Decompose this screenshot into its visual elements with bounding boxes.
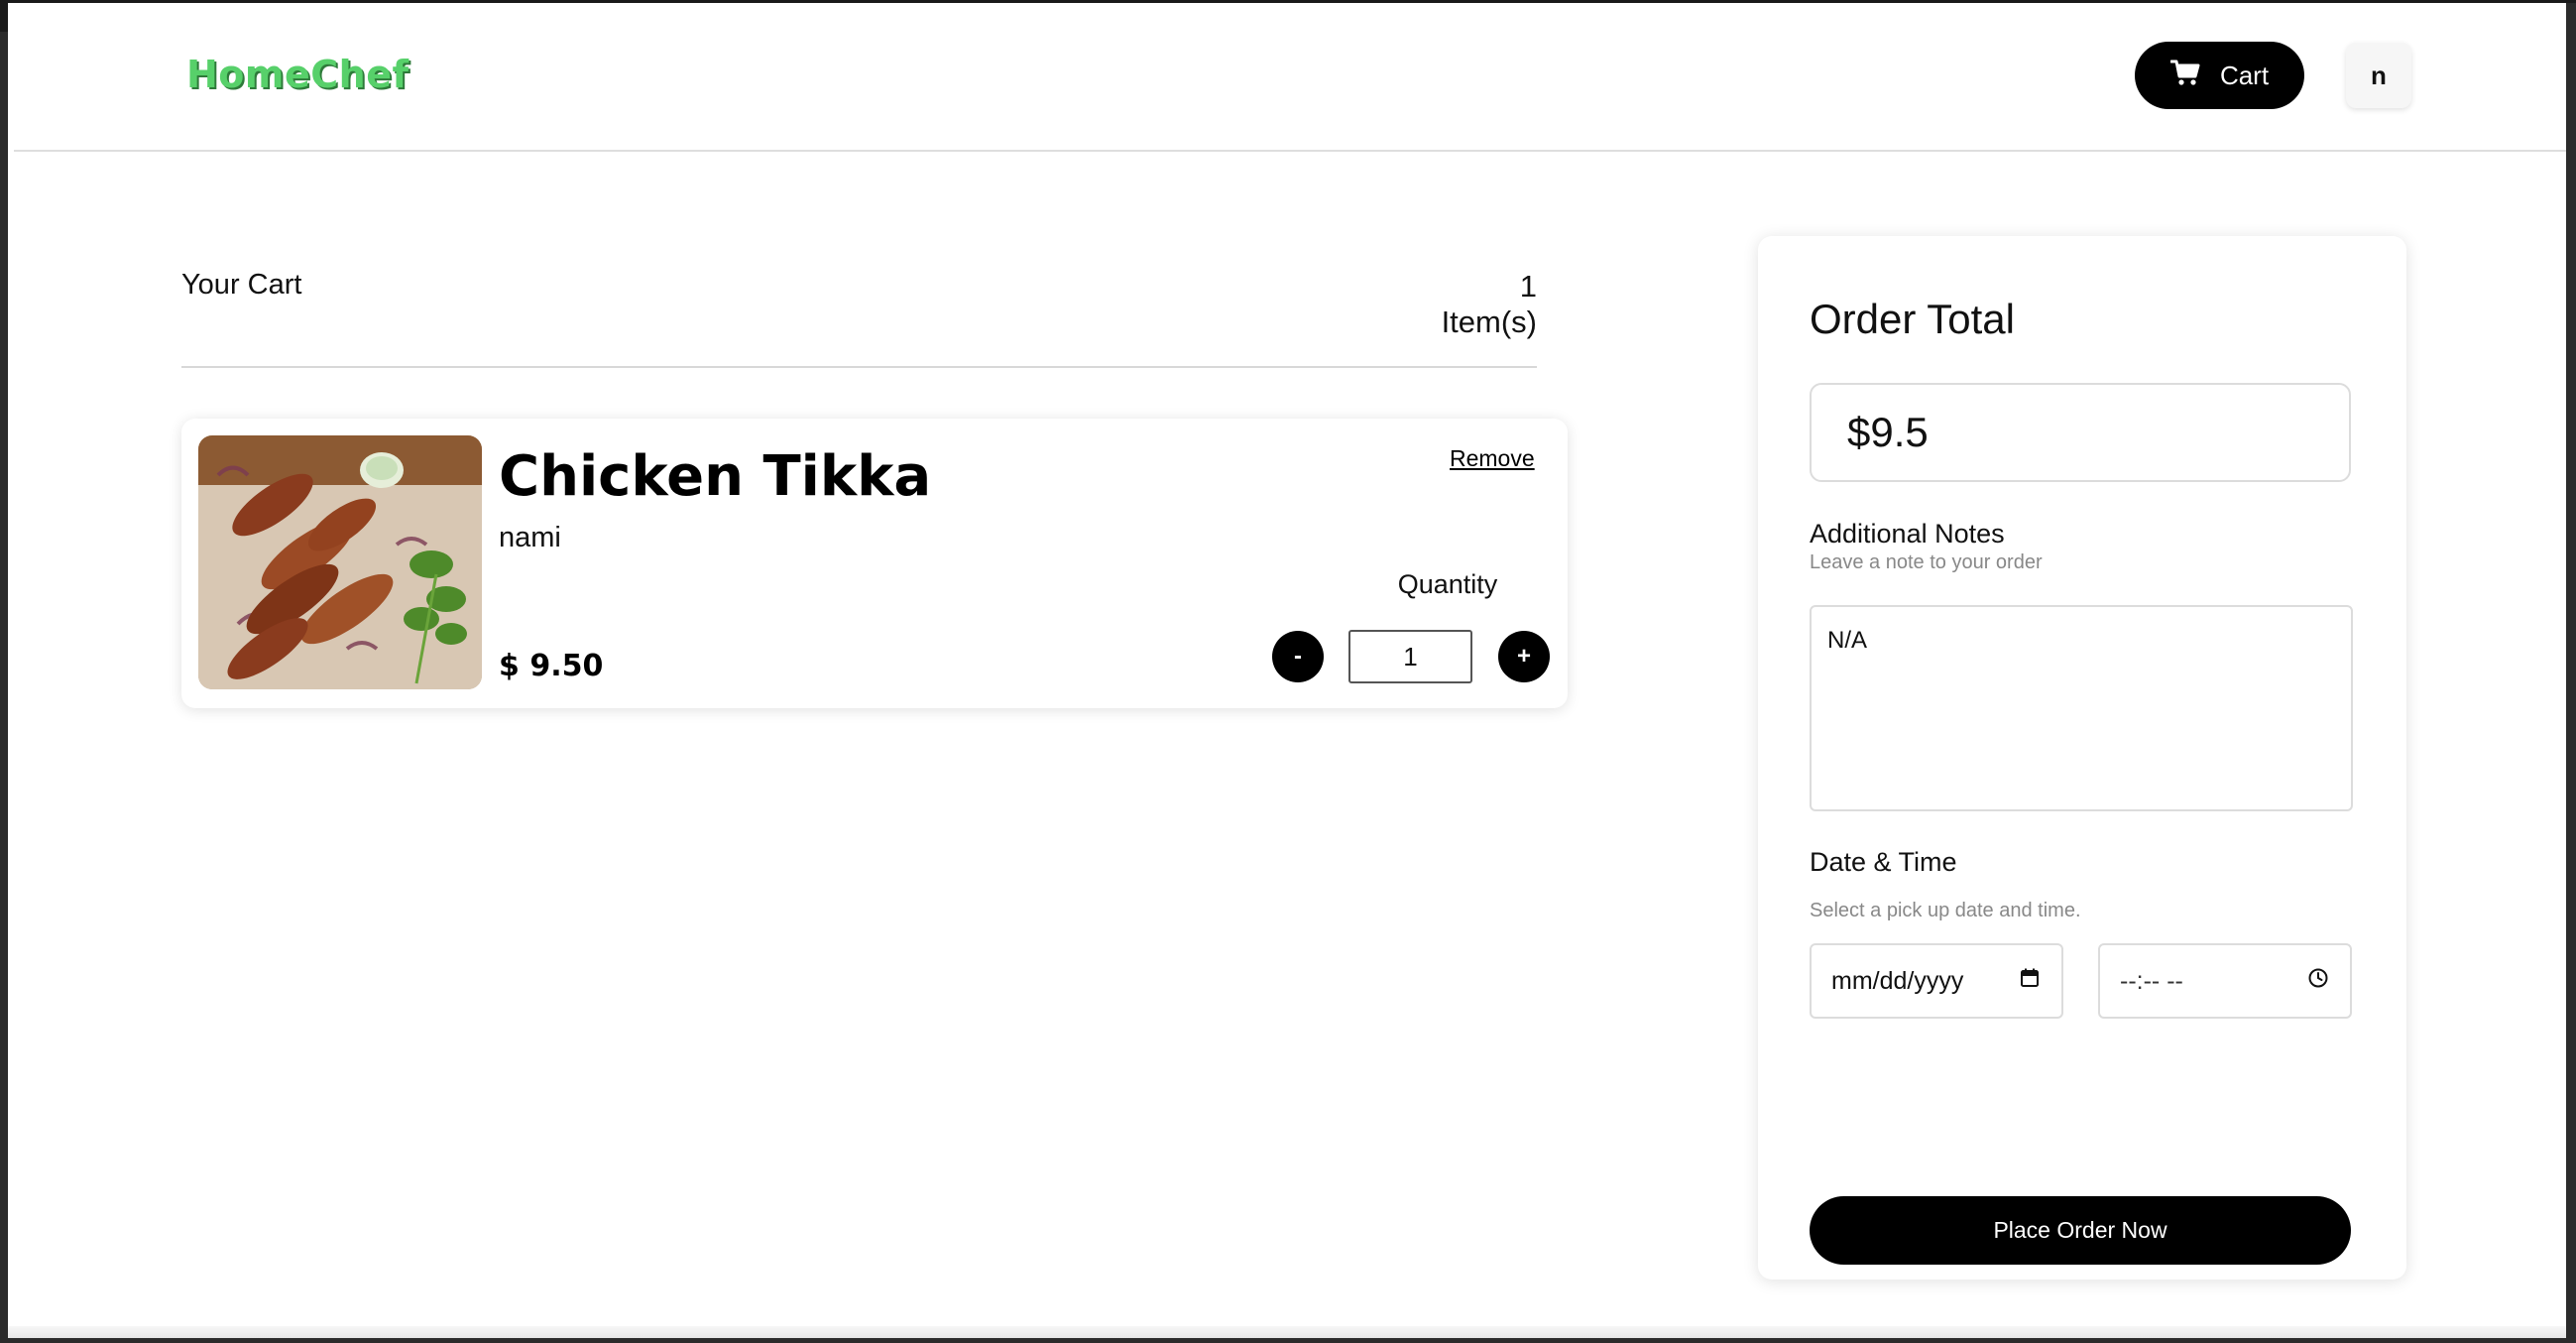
quantity-input[interactable]: 1 [1348,630,1472,683]
date-placeholder: mm/dd/yyyy [1831,966,1964,995]
top-nav: HomeChef Cart n [14,3,2566,152]
cart-button[interactable]: Cart [2135,42,2304,109]
cart-title: Your Cart [181,269,302,301]
order-summary-panel: Order Total $9.5 Additional Notes Leave … [1758,236,2406,1280]
cart-item-count: 1 Item(s) [1441,269,1537,339]
cart-item-card: Chicken Tikka nami $ 9.50 Remove Quantit… [181,419,1568,708]
divider [181,366,1537,368]
food-image [198,435,482,689]
order-total-title: Order Total [1810,296,2015,342]
remove-link[interactable]: Remove [1450,445,1535,472]
cart-icon [2169,59,2200,93]
decrease-quantity-button[interactable]: - [1272,631,1324,682]
quantity-label: Quantity [1397,569,1498,599]
page: HomeChef Cart n Your Cart 1 Item(s) Chic… [8,3,2566,1338]
order-total-value: $9.5 [1810,383,2351,482]
notes-textarea[interactable]: N/A [1810,605,2353,811]
item-chef: nami [499,522,561,553]
date-input[interactable]: mm/dd/yyyy [1810,943,2063,1019]
datetime-helper-text: Select a pick up date and time. [1810,900,2081,921]
logo[interactable]: HomeChef [186,53,410,96]
place-order-button[interactable]: Place Order Now [1810,1196,2351,1265]
clock-icon[interactable] [2306,966,2330,997]
window-left-edge [0,0,8,32]
time-placeholder: --:-- -- [2120,966,2183,995]
item-price: $ 9.50 [499,649,604,683]
cart-button-label: Cart [2219,60,2270,90]
notes-label: Additional Notes [1810,519,2005,549]
page-bottom-edge [8,1326,2566,1338]
calendar-icon[interactable] [2018,966,2042,997]
time-input[interactable]: --:-- -- [2098,943,2352,1019]
item-name: Chicken Tikka [499,444,932,509]
avatar[interactable]: n [2346,43,2411,108]
notes-helper-text: Leave a note to your order [1810,551,2043,573]
increase-quantity-button[interactable]: + [1498,631,1550,682]
datetime-label: Date & Time [1810,847,1957,877]
